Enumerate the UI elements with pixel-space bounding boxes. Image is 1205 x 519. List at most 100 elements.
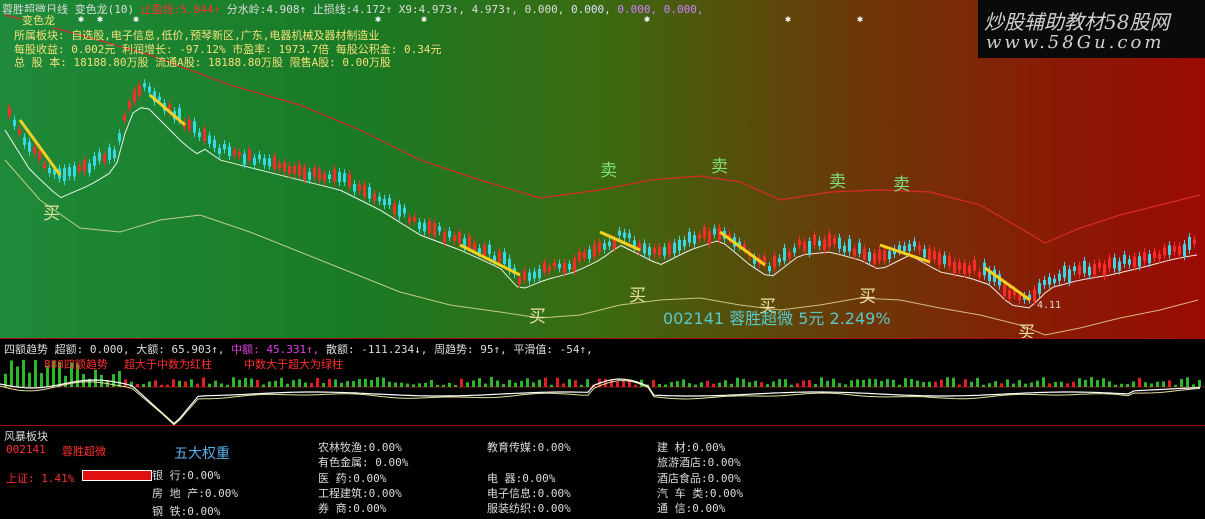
- volume-bar: [976, 377, 979, 387]
- oscillator-panel[interactable]: 四额趋势 超额: 0.000, 大额: 65.903↑, 中额: 45.331↑…: [0, 339, 1205, 425]
- volume-bar: [1012, 383, 1015, 387]
- volume-bar: [394, 382, 397, 387]
- candle-body: [623, 232, 626, 238]
- candle-body: [1018, 294, 1021, 301]
- x10-value: 4.973↑: [471, 3, 512, 16]
- volume-bar: [652, 380, 655, 387]
- sell-signal: 卖: [893, 175, 910, 195]
- volume-bar: [1084, 379, 1087, 387]
- candle-body: [798, 240, 801, 246]
- sector-item: 建 材:0.00%: [657, 441, 726, 454]
- candle-body: [438, 226, 441, 232]
- candle-body: [538, 268, 541, 279]
- smooth-value: 平滑值: -54↑,: [513, 343, 593, 356]
- volume-bar: [310, 383, 313, 387]
- volume-bar: [346, 381, 349, 387]
- volume-bar: [964, 379, 967, 387]
- candle-body: [978, 272, 981, 278]
- candle-body: [958, 262, 961, 270]
- volume-bar: [808, 380, 811, 387]
- candle-body: [308, 171, 311, 180]
- candle-body: [1073, 266, 1076, 272]
- candle-body: [378, 196, 381, 202]
- candle-body: [458, 231, 461, 244]
- candle-body: [648, 247, 651, 256]
- volume-bar: [322, 383, 325, 387]
- candle-body: [573, 258, 576, 272]
- candle-body: [593, 244, 596, 257]
- candle-body: [713, 228, 716, 235]
- candle-body: [353, 184, 356, 192]
- candle-body: [253, 157, 256, 165]
- candle-body: [423, 222, 426, 232]
- candle-body: [358, 184, 361, 191]
- candle-body: [193, 121, 196, 133]
- volume-bar: [460, 378, 463, 387]
- candle-body: [1138, 256, 1141, 267]
- volume-bar: [550, 384, 553, 387]
- volume-bar: [538, 379, 541, 387]
- volume-bar: [994, 381, 997, 387]
- stock-name: 蓉胜超微: [62, 445, 106, 458]
- candle-body: [453, 235, 456, 242]
- volume-bar: [952, 377, 955, 387]
- marker-star: ✱: [857, 14, 863, 25]
- candle-body: [1103, 263, 1106, 277]
- volume-bar: [532, 382, 535, 387]
- volume-bar: [472, 380, 475, 387]
- candle-body: [678, 239, 681, 251]
- volume-bar: [700, 382, 703, 387]
- candle-body: [328, 174, 331, 179]
- volume-bar: [844, 384, 847, 387]
- volume-bar: [502, 383, 505, 387]
- candle-body: [158, 96, 161, 101]
- candle-body: [283, 162, 286, 172]
- candle-body: [688, 231, 691, 243]
- candle-body: [853, 248, 856, 256]
- candle-body: [343, 173, 346, 183]
- volume-bar: [1186, 377, 1189, 387]
- low-price-label: 4.11: [1037, 300, 1062, 311]
- candle-body: [673, 242, 676, 254]
- candle-body: [478, 248, 481, 254]
- volume-bar: [64, 375, 67, 387]
- watermark: 炒股辅助教材58股网 www.58Gu.com: [978, 0, 1205, 58]
- candle-body: [523, 270, 526, 280]
- volume-bar: [256, 379, 259, 387]
- volume-bar: [160, 384, 163, 387]
- trend-segment: [719, 230, 766, 267]
- candle-body: [303, 166, 306, 180]
- volume-bar: [1114, 384, 1117, 387]
- volume-bar: [298, 379, 301, 387]
- candle-body: [828, 233, 831, 247]
- volume-bar: [238, 379, 241, 387]
- chameleon-label: 变色龙: [22, 12, 55, 28]
- indicator-name[interactable]: 变色龙(10): [75, 3, 135, 16]
- candle-body: [973, 259, 976, 271]
- candle-body: [933, 250, 936, 260]
- candle-body: [368, 187, 371, 199]
- volume-bar: [226, 384, 229, 387]
- volume-bar: [1150, 383, 1153, 387]
- candle-body: [548, 266, 551, 271]
- candle-body: [48, 167, 51, 173]
- header-bar: 蓉胜超微日线 变色龙(10) 止盈线:5.844↑ 分水岭:4.908↑ 止损线…: [2, 3, 704, 16]
- candle-body: [838, 237, 841, 249]
- volume-bar: [478, 378, 481, 387]
- candle-body: [1153, 251, 1156, 259]
- candle-body: [248, 149, 251, 161]
- volume-bar: [196, 383, 199, 387]
- volume-bar: [946, 377, 949, 387]
- volume-bar: [772, 381, 775, 387]
- volume-bar: [166, 384, 169, 387]
- volume-bar: [694, 384, 697, 387]
- candle-body: [928, 248, 931, 261]
- buy-signal: 买: [43, 204, 60, 224]
- candle-body: [78, 165, 81, 171]
- volume-bar: [340, 382, 343, 387]
- sector-item: 房 地 产:0.00%: [152, 487, 238, 500]
- volume-bar: [748, 382, 751, 387]
- candle-body: [1173, 245, 1176, 252]
- legend-green-bar: 中数大于超大为绿柱: [244, 358, 343, 371]
- sector-item: 酒店食品:0.00%: [657, 472, 741, 485]
